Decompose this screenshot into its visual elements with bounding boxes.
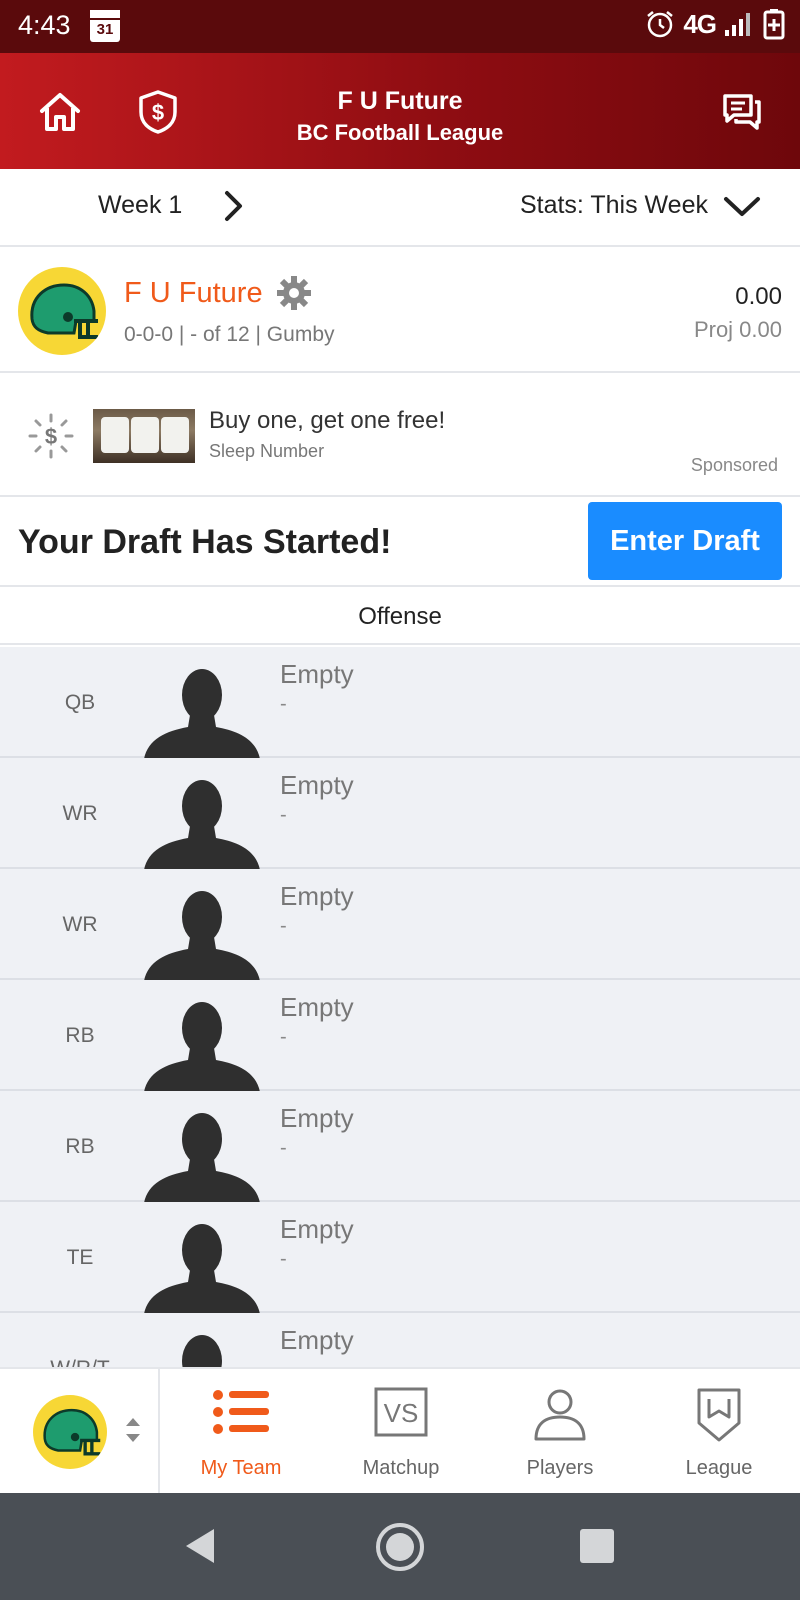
slot-position: WR — [62, 913, 98, 936]
slot-player-name[interactable]: Empty — [280, 659, 354, 690]
player-silhouette-icon — [144, 1113, 260, 1203]
team-record: 0-0-0 | - of 12 | Gumby — [124, 323, 335, 346]
tab-players[interactable]: Players — [481, 1369, 639, 1493]
slot-player-name[interactable]: Empty — [280, 1325, 354, 1356]
recents-icon[interactable] — [580, 1529, 614, 1563]
slot-position: W/R/T — [0, 1357, 160, 1367]
tab-league[interactable]: League — [640, 1369, 798, 1493]
pillow-graphic — [161, 417, 189, 453]
sponsored-label: Sponsored — [690, 455, 778, 475]
draft-title: Your Draft Has Started! — [18, 523, 392, 561]
ad-title[interactable]: Buy one, get one free! — [209, 407, 445, 435]
team-score: 0.00 — [735, 283, 782, 310]
slot-position: RB — [65, 1024, 95, 1047]
slot-player-detail: - — [280, 1248, 287, 1270]
helmet-icon — [43, 1408, 101, 1456]
stats-filter-label[interactable]: Stats: This Week — [520, 191, 708, 220]
roster-slot[interactable]: RB Empty - — [0, 980, 800, 1092]
battery-icon — [763, 9, 785, 40]
team-avatar-small[interactable] — [33, 1395, 107, 1469]
roster-slot[interactable]: TE Empty - — [0, 1202, 800, 1314]
ad-image[interactable] — [93, 409, 195, 463]
player-silhouette-icon — [144, 891, 260, 981]
slot-player-detail: - — [280, 915, 287, 937]
slot-player-name[interactable]: Empty — [280, 1103, 354, 1134]
gear-icon[interactable] — [276, 275, 312, 311]
slot-player-name[interactable]: Empty — [280, 992, 354, 1023]
slot-position: TE — [66, 1246, 94, 1269]
sort-arrows-icon[interactable] — [123, 1415, 143, 1445]
pillow-graphic — [131, 417, 159, 453]
status-bar: 4:43 31 4G — [0, 0, 800, 53]
slot-player-name[interactable]: Empty — [280, 1214, 354, 1245]
system-nav-bar — [0, 1493, 800, 1600]
chevron-down-icon[interactable] — [722, 195, 762, 219]
player-silhouette-icon — [144, 1002, 260, 1092]
slot-player-detail: - — [280, 1359, 287, 1367]
player-silhouette-icon — [144, 780, 260, 870]
roster-slot[interactable]: RB Empty - — [0, 1091, 800, 1203]
tab-label: My Team — [200, 1457, 282, 1479]
slot-position: QB — [64, 691, 96, 714]
team-name[interactable]: F U Future — [124, 277, 263, 310]
draft-banner: Your Draft Has Started! Enter Draft — [0, 499, 800, 587]
player-silhouette-icon — [182, 1335, 222, 1367]
slot-player-detail: - — [280, 804, 287, 826]
player-silhouette-icon — [144, 1224, 260, 1314]
week-bar: Week 1 Stats: This Week — [0, 169, 800, 247]
pillow-graphic — [101, 417, 129, 453]
team-card[interactable]: F U Future 0-0-0 | - of 12 | Gumby 0.00 … — [0, 249, 800, 373]
chat-icon[interactable] — [722, 93, 762, 131]
week-label[interactable]: Week 1 — [98, 191, 182, 220]
sponsored-ad[interactable]: $ Buy one, get one free! Sleep Number Sp… — [0, 375, 800, 497]
home-circle-icon[interactable] — [374, 1521, 426, 1573]
list-icon — [213, 1390, 269, 1434]
person-icon — [534, 1389, 586, 1441]
team-avatar[interactable] — [18, 267, 106, 355]
helmet-icon — [30, 283, 98, 339]
team-switcher[interactable] — [0, 1369, 160, 1493]
tab-label: Players — [526, 1457, 594, 1479]
sponsored-dollar-icon: $ — [28, 413, 74, 459]
tab-label: League — [685, 1457, 753, 1479]
ad-advertiser: Sleep Number — [209, 441, 325, 461]
roster-slot[interactable]: WR Empty - — [0, 869, 800, 981]
slot-player-name[interactable]: Empty — [280, 881, 354, 912]
alarm-icon — [647, 11, 674, 38]
tab-my-team[interactable]: My Team — [162, 1369, 320, 1493]
bottom-nav: My Team VS Matchup Players League — [0, 1367, 800, 1493]
slot-position: RB — [65, 1135, 95, 1158]
app-header: $ F U Future BC Football League — [0, 53, 800, 169]
vs-icon: VS — [374, 1387, 428, 1437]
league-team-title: F U Future — [337, 87, 463, 115]
roster-slot[interactable]: W/R/T Empty - — [0, 1313, 800, 1367]
slot-player-name[interactable]: Empty — [280, 770, 354, 801]
svg-text:VS: VS — [384, 1398, 419, 1428]
slot-player-detail: - — [280, 1026, 287, 1048]
roster-slot[interactable]: QB Empty - — [0, 647, 800, 759]
player-silhouette-icon — [144, 669, 260, 759]
svg-text:$: $ — [45, 424, 57, 449]
roster-slot[interactable]: WR Empty - — [0, 758, 800, 870]
slot-player-detail: - — [280, 1137, 287, 1159]
shield-icon — [697, 1388, 741, 1442]
network-type: 4G — [683, 8, 717, 39]
tab-matchup[interactable]: VS Matchup — [322, 1369, 480, 1493]
slot-position: WR — [62, 802, 98, 825]
status-icons: 4G — [645, 8, 788, 40]
status-time: 4:43 — [18, 10, 71, 40]
enter-draft-button[interactable]: Enter Draft — [588, 502, 782, 580]
section-header: Offense — [0, 589, 800, 645]
calendar-icon: 31 — [90, 10, 120, 42]
team-projection: Proj 0.00 — [693, 317, 782, 342]
chevron-right-icon[interactable] — [222, 189, 246, 223]
slot-player-detail: - — [280, 693, 287, 715]
tab-label: Matchup — [362, 1457, 440, 1479]
signal-icon — [725, 13, 750, 36]
back-icon[interactable] — [182, 1527, 218, 1565]
roster-list: QB Empty - WR Empty - WR Empty - RB Empty - RB Empty -… — [0, 647, 800, 1367]
league-name: BC Football League — [296, 120, 504, 145]
